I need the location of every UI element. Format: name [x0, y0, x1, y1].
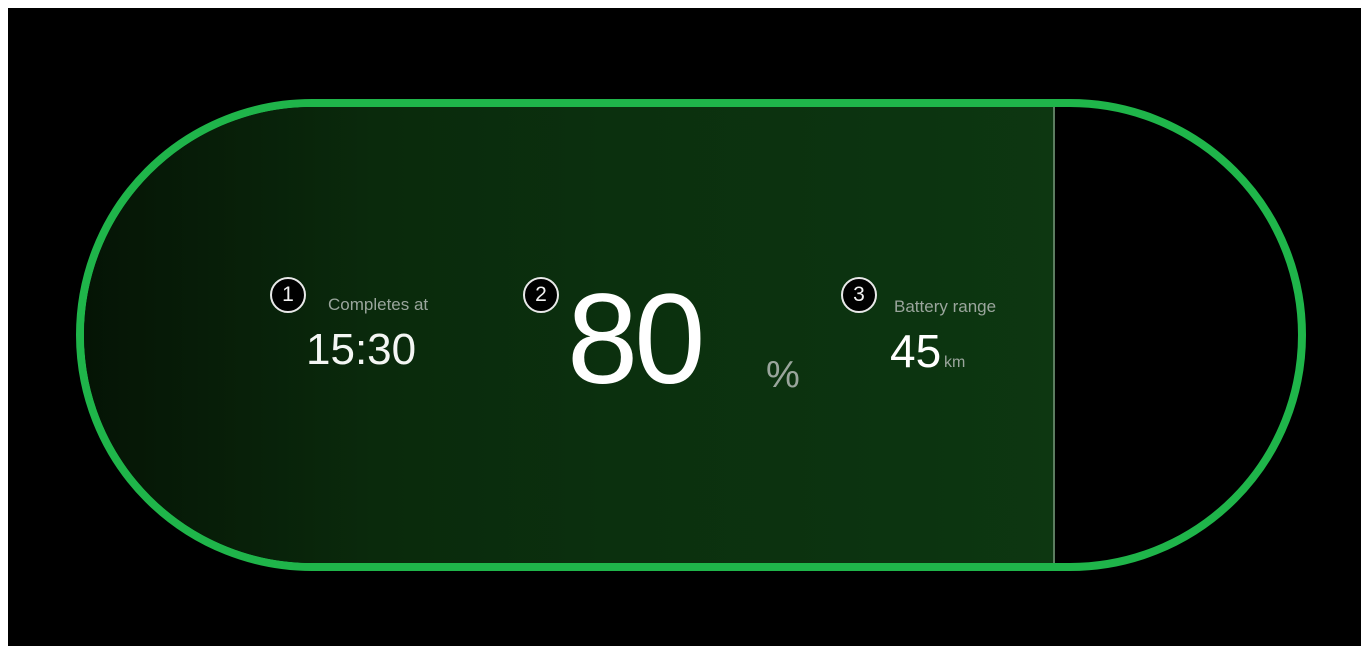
- range-unit: km: [944, 354, 966, 371]
- battery-range-value: 45: [890, 325, 942, 377]
- callout-marker-1: 1: [270, 277, 306, 313]
- callout-marker-2: 2: [523, 277, 559, 313]
- charge-percent-value: 80: [567, 268, 705, 411]
- completion-time-value: 15:30: [306, 325, 417, 374]
- callout-marker-3: 3: [841, 277, 877, 313]
- charge-level-edge: [1053, 107, 1056, 563]
- battery-capsule: 1 Completes at 15:30 2 80 % 3 Battery ra…: [76, 99, 1306, 571]
- charging-display: 1 Completes at 15:30 2 80 % 3 Battery ra…: [8, 8, 1361, 646]
- battery-range-label: Battery range: [894, 297, 997, 316]
- percent-unit: %: [766, 354, 800, 396]
- completes-at-label: Completes at: [328, 295, 429, 314]
